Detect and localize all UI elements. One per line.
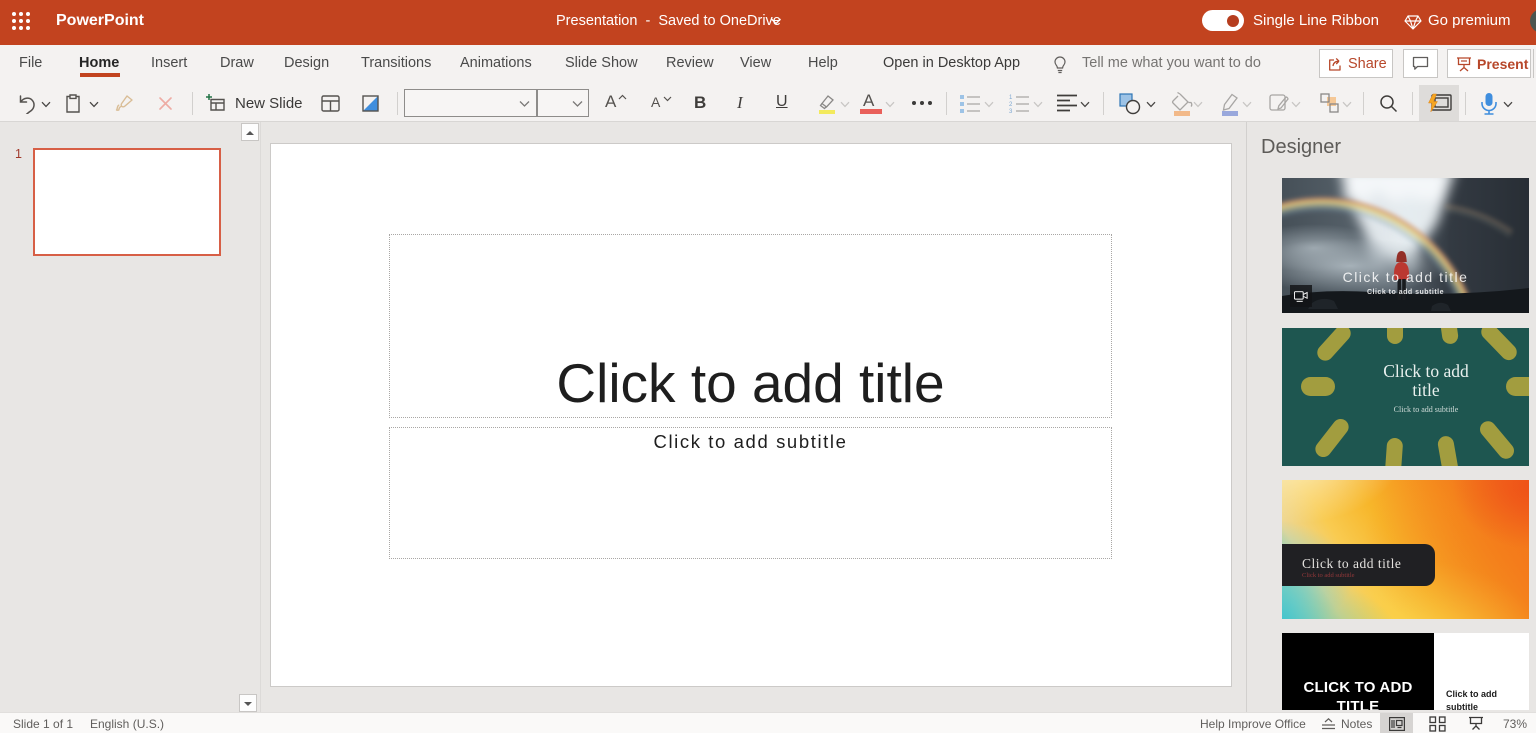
svg-text:2: 2 bbox=[1009, 102, 1013, 108]
svg-text:1: 1 bbox=[1009, 95, 1013, 101]
svg-text:3: 3 bbox=[1009, 109, 1013, 113]
